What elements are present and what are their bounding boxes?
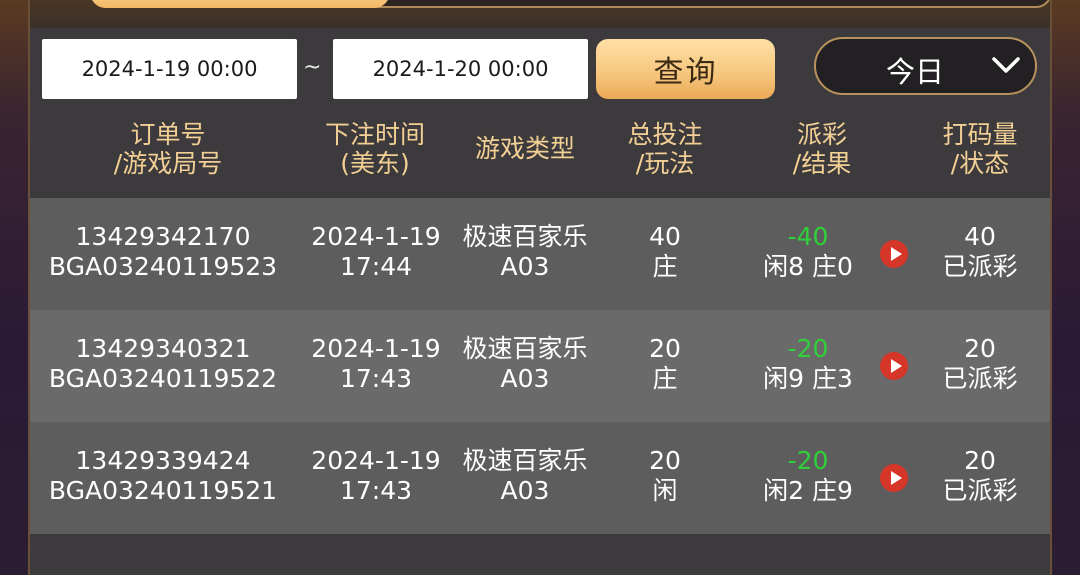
header-payout: 派彩 /结果 — [792, 120, 852, 178]
table-row[interactable]: 13429342170 BGA03240119523 2024-1-19 17:… — [30, 198, 1050, 310]
status-text: 已派彩 — [942, 476, 1018, 505]
total-bet-cell: 20 庄 — [649, 334, 681, 393]
table-header: 订单号 /游戏局号 下注时间 (美东) 游戏类型 总投注 /玩法 派彩 /结果 … — [30, 112, 1050, 198]
round-result: 闲2 庄9 — [763, 476, 853, 505]
order-number: 13429340321 — [75, 334, 251, 363]
bet-time-cell: 2024-1-19 17:43 — [311, 334, 441, 393]
bet-time-cell: 2024-1-19 17:43 — [311, 446, 441, 505]
payout-cell: -20 闲2 庄9 — [748, 446, 868, 506]
turnover-cell: 40 已派彩 — [920, 222, 1040, 282]
payout-amount: -20 — [787, 446, 829, 475]
payout-cell: -40 闲8 庄0 — [748, 222, 868, 282]
header-game-type: 游戏类型 — [474, 134, 575, 163]
game-type-cell: 极速百家乐 A03 — [462, 334, 588, 393]
payout-cell: -20 闲9 庄3 — [748, 334, 868, 394]
payout-amount: -40 — [787, 222, 829, 251]
turnover-cell: 20 已派彩 — [920, 446, 1040, 506]
status-text: 已派彩 — [942, 252, 1018, 281]
date-range-separator: ~ — [303, 55, 322, 80]
game-type-cell: 极速百家乐 A03 — [462, 222, 588, 281]
payout-amount: -20 — [787, 334, 829, 363]
game-type-cell: 极速百家乐 A03 — [462, 446, 588, 505]
total-bet-cell: 20 闲 — [649, 446, 681, 505]
chevron-down-icon — [991, 55, 1021, 79]
order-cell: 13429340321 BGA03240119522 — [38, 334, 288, 394]
top-strip — [30, 0, 1052, 28]
order-number: 13429339424 — [75, 446, 251, 475]
end-date-field[interactable]: 2024-1-20 00:00 — [333, 39, 588, 99]
play-replay-icon[interactable] — [880, 240, 908, 268]
header-total-bet: 总投注 /玩法 — [627, 120, 703, 178]
order-number: 13429342170 — [75, 222, 251, 251]
header-order: 订单号 /游戏局号 — [113, 120, 223, 178]
turnover-cell: 20 已派彩 — [920, 334, 1040, 394]
table-row[interactable]: 13429339424 BGA03240119521 2024-1-19 17:… — [30, 422, 1050, 534]
status-text: 已派彩 — [942, 364, 1018, 393]
round-result: 闲8 庄0 — [763, 252, 853, 281]
order-cell: 13429339424 BGA03240119521 — [38, 446, 288, 506]
round-result: 闲9 庄3 — [763, 364, 853, 393]
start-date-field[interactable]: 2024-1-19 00:00 — [42, 39, 297, 99]
total-bet-cell: 40 庄 — [649, 222, 681, 281]
round-number: BGA03240119521 — [48, 476, 278, 505]
play-replay-icon[interactable] — [880, 352, 908, 380]
query-button[interactable]: 查询 — [596, 39, 775, 99]
period-dropdown[interactable]: 今日 — [814, 37, 1037, 95]
table-empty-area — [30, 535, 1050, 575]
header-turnover: 打码量 /状态 — [942, 120, 1018, 178]
round-number: BGA03240119523 — [48, 252, 278, 281]
bet-records-table: 订单号 /游戏局号 下注时间 (美东) 游戏类型 总投注 /玩法 派彩 /结果 … — [30, 112, 1050, 534]
period-dropdown-label: 今日 — [886, 55, 945, 89]
bet-time-cell: 2024-1-19 17:44 — [311, 222, 441, 281]
play-replay-icon[interactable] — [880, 464, 908, 492]
order-cell: 13429342170 BGA03240119523 — [38, 222, 288, 282]
tab-active[interactable] — [90, 0, 390, 8]
table-row[interactable]: 13429340321 BGA03240119522 2024-1-19 17:… — [30, 310, 1050, 422]
round-number: BGA03240119522 — [48, 364, 278, 393]
header-bet-time: 下注时间 (美东) — [324, 120, 425, 178]
